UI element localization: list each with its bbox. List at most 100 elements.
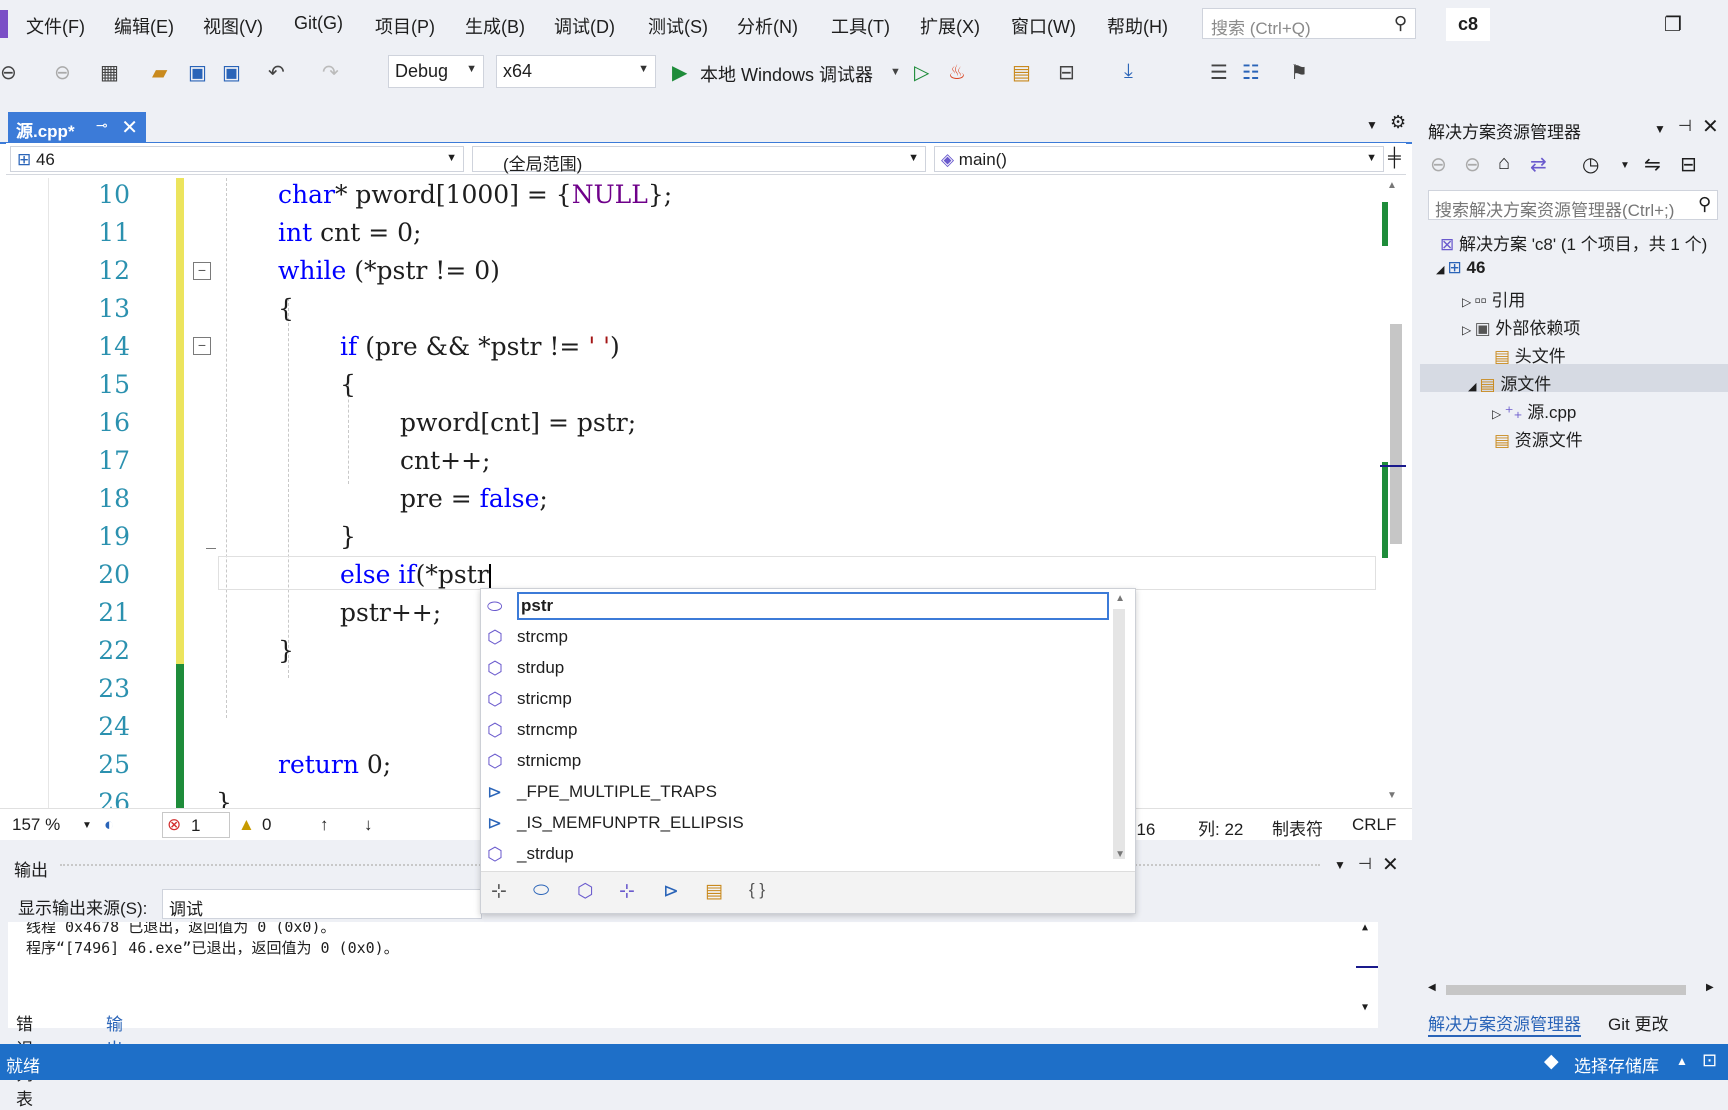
comment-icon[interactable]: ☷ — [1242, 60, 1260, 85]
close-icon[interactable]: ✕ — [121, 115, 138, 140]
line-ending-indicator[interactable]: CRLF — [1352, 815, 1396, 835]
close-icon[interactable]: ✕ — [1702, 114, 1719, 139]
tree-references[interactable]: ▷ ▫▫ 引用 — [1462, 286, 1525, 311]
close-icon[interactable]: ✕ — [1382, 852, 1399, 877]
completion-item[interactable]: ⬡ strcmp — [483, 622, 1113, 652]
solution-h-scrollbar[interactable]: ◀ ▶ — [1428, 982, 1718, 998]
scope-dropdown[interactable]: (全局范围) ▼ — [472, 146, 926, 174]
select-repository-button[interactable]: 选择存储库 — [1574, 1052, 1659, 1077]
menu-build[interactable]: 生成(B) — [465, 13, 525, 39]
menu-tools[interactable]: 工具(T) — [831, 13, 890, 39]
back-icon[interactable]: ⊖ — [0, 60, 17, 85]
tree-project[interactable]: ◢ ⊞ 46 — [1436, 258, 1485, 278]
member-dropdown[interactable]: ◈ main() ▼ — [934, 146, 1384, 172]
tree-source-files[interactable]: ◢ ▤ 源文件 — [1468, 370, 1551, 395]
completion-item[interactable]: ⊳ _IS_MEMFUNPTR_ELLIPSIS — [483, 808, 1113, 838]
namespace-filter-icon[interactable]: { } — [749, 880, 765, 900]
expand-filter-icon[interactable]: ⊹ — [491, 880, 507, 903]
redo-icon[interactable]: ↷ — [322, 60, 339, 85]
layout-icon[interactable]: ⊟ — [1058, 60, 1075, 85]
menu-git[interactable]: Git(G) — [294, 13, 343, 34]
chevron-down-icon[interactable]: ▼ — [1620, 160, 1630, 171]
chevron-up-icon[interactable]: ▲ — [1676, 1054, 1688, 1068]
collapse-icon[interactable]: − — [193, 337, 211, 355]
history-icon[interactable]: ◷ — [1582, 152, 1599, 177]
completion-item[interactable]: ⬡ _strdup — [483, 839, 1113, 869]
scroll-up-icon[interactable]: ▲ — [1387, 180, 1397, 191]
start-debug-icon[interactable]: ▶ — [672, 60, 687, 85]
chevron-down-icon[interactable]: ▼ — [1334, 858, 1346, 872]
scroll-right-icon[interactable]: ▶ — [1706, 982, 1714, 993]
undo-icon[interactable]: ↶ — [268, 60, 285, 85]
output-text-area[interactable]: 线程 0x4678 已退出，返回值为 0 (0x0)。 程序“[7496] 46… — [8, 922, 1378, 1028]
scroll-down-icon[interactable]: ▼ — [1387, 790, 1397, 801]
completion-item[interactable]: ⊳ _FPE_MULTIPLE_TRAPS — [483, 777, 1113, 807]
forward-icon[interactable]: ⊖ — [1464, 152, 1481, 177]
switch-views-icon[interactable]: ⇄ — [1530, 152, 1547, 177]
pin-icon[interactable]: ⊣ — [1678, 116, 1692, 136]
run-target-label[interactable]: 本地 Windows 调试器 — [700, 61, 873, 87]
scroll-up-icon[interactable]: ▲ — [1115, 593, 1125, 604]
tab-git-changes[interactable]: Git 更改 — [1608, 1010, 1668, 1035]
chevron-down-icon[interactable]: ▼ — [1654, 122, 1666, 136]
tree-source-cpp[interactable]: ▷ ⁺₊ 源.cpp — [1492, 398, 1576, 423]
scroll-down-icon[interactable]: ▼ — [1362, 1002, 1368, 1013]
column-indicator[interactable]: 列: 22 — [1198, 815, 1243, 840]
menu-debug[interactable]: 调试(D) — [554, 13, 615, 39]
menu-help[interactable]: 帮助(H) — [1107, 13, 1168, 39]
new-project-icon[interactable]: ▦ — [100, 60, 119, 85]
hot-reload-icon[interactable]: ♨ — [948, 60, 966, 85]
variable-filter-icon[interactable]: ⬭ — [533, 880, 549, 902]
tab-solution-explorer[interactable]: 解决方案资源管理器 — [1428, 1010, 1581, 1037]
code-cleanup-icon[interactable]: ◐ — [104, 815, 114, 835]
scroll-thumb[interactable] — [1446, 985, 1686, 995]
function-filter-icon[interactable]: ⬡ — [577, 880, 594, 903]
menu-edit[interactable]: 编辑(E) — [114, 13, 174, 39]
solution-search-input[interactable]: 搜索解决方案资源管理器(Ctrl+;) — [1428, 190, 1718, 220]
pin-icon[interactable]: ⊣ — [1358, 854, 1372, 874]
split-icon[interactable]: ╪ — [1388, 147, 1401, 168]
open-folder-icon[interactable]: ▰ — [152, 60, 167, 85]
scroll-up-icon[interactable]: ▲ — [1362, 922, 1368, 933]
menu-extensions[interactable]: 扩展(X) — [920, 13, 980, 39]
indent-icon[interactable]: ☰ — [1210, 60, 1228, 85]
solution-name-badge[interactable]: c8 — [1446, 8, 1490, 41]
class-filter-icon[interactable]: ⊹ — [619, 880, 635, 903]
output-source-select[interactable]: 调试 — [162, 889, 482, 919]
browse-folder-icon[interactable]: ▤ — [1012, 60, 1031, 85]
platform-select[interactable]: x64 ▼ — [496, 55, 656, 88]
menu-analyze[interactable]: 分析(N) — [737, 13, 798, 39]
warning-count[interactable]: 0 — [262, 815, 271, 835]
output-scrollbar[interactable]: ▲ ▼ — [1356, 922, 1378, 1028]
tab-source-cpp[interactable]: 源.cpp* ⊸ ✕ — [8, 112, 146, 142]
search-box[interactable]: 搜索 (Ctrl+Q) ⚲ — [1202, 8, 1416, 39]
gear-icon[interactable]: ⚙ — [1390, 112, 1406, 133]
tab-overflow-icon[interactable]: ▼ — [1366, 118, 1378, 132]
tree-external-deps[interactable]: ▷ ▣ 外部依赖项 — [1462, 314, 1580, 339]
scroll-thumb[interactable] — [1390, 324, 1402, 544]
tree-resource-files[interactable]: ▤ 资源文件 — [1494, 426, 1583, 451]
struct-filter-icon[interactable]: ▤ — [705, 880, 723, 903]
editor-scrollbar[interactable]: ▲ ▼ — [1380, 178, 1406, 808]
collapse-icon[interactable]: − — [193, 262, 211, 280]
completion-item[interactable]: ⬡ strdup — [483, 653, 1113, 683]
home-icon[interactable]: ⌂ — [1498, 152, 1510, 175]
menu-window[interactable]: 窗口(W) — [1011, 13, 1076, 39]
configuration-select[interactable]: Debug ▼ — [388, 55, 484, 88]
run-target-dropdown-icon[interactable]: ▼ — [890, 66, 901, 78]
tab-mode-indicator[interactable]: 制表符 — [1272, 815, 1323, 840]
restore-window-icon[interactable]: ❐ — [1664, 12, 1682, 37]
menu-project[interactable]: 项目(P) — [375, 13, 435, 39]
step-icon[interactable]: ⤓ — [1124, 60, 1133, 83]
completion-scrollbar[interactable] — [1113, 609, 1125, 859]
project-dropdown[interactable]: ⊞ 46 ▼ — [10, 146, 464, 172]
macro-filter-icon[interactable]: ⊳ — [663, 880, 679, 903]
completion-item[interactable]: ⬡ strncmp — [483, 715, 1113, 745]
menu-view[interactable]: 视图(V) — [203, 13, 263, 39]
next-issue-icon[interactable]: ↓ — [364, 815, 373, 835]
bookmark-icon[interactable]: ⚑ — [1290, 60, 1308, 85]
zoom-level[interactable]: 157 % — [12, 815, 60, 835]
back-icon[interactable]: ⊖ — [1430, 152, 1447, 177]
sync-icon[interactable]: ⇋ — [1644, 152, 1661, 177]
pin-icon[interactable]: ⊸ — [96, 117, 108, 134]
